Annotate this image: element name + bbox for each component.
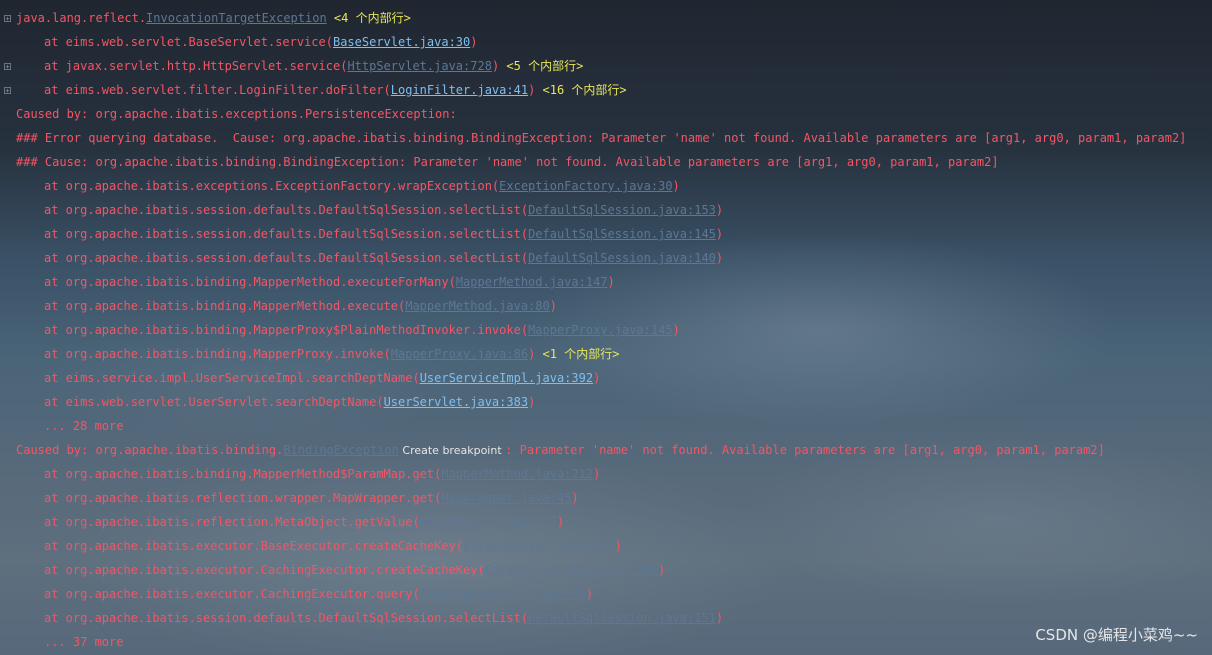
source-link[interactable]: BaseExecutor.java:219 <box>463 539 615 553</box>
editor-gutter: + + + <box>0 0 14 655</box>
source-link[interactable]: ExceptionFactory.java:30 <box>499 179 672 193</box>
collapsed-frames-note[interactable]: <1 个内部行> <box>535 347 620 361</box>
create-breakpoint-tooltip[interactable]: Create breakpoint <box>399 444 505 457</box>
exception-class-link[interactable]: InvocationTargetException <box>146 11 327 25</box>
more-frames-line: ... 28 more <box>44 419 124 433</box>
collapsed-frames-note[interactable]: <4 个内部行> <box>327 11 411 25</box>
stack-frame: at org.apache.ibatis.binding.MapperMetho… <box>44 467 601 481</box>
collapsed-frames-note[interactable]: <16 个内部行> <box>535 83 627 97</box>
source-link[interactable]: UserServlet.java:383 <box>384 395 529 409</box>
caused-by-line: Caused by: org.apache.ibatis.exceptions.… <box>16 107 457 121</box>
collapsed-frames-note[interactable]: <5 个内部行> <box>499 59 583 73</box>
fold-expand-icon[interactable]: + <box>4 87 11 95</box>
error-cause-line: ### Cause: org.apache.ibatis.binding.Bin… <box>16 155 999 169</box>
source-link[interactable]: MapWrapper.java:45 <box>441 491 571 505</box>
source-link[interactable]: MapperProxy.java:145 <box>528 323 673 337</box>
source-link[interactable]: BaseServlet.java:30 <box>333 35 470 49</box>
stack-frame: at org.apache.ibatis.session.defaults.De… <box>44 227 724 241</box>
stack-frame: at org.apache.ibatis.executor.CachingExe… <box>44 587 594 601</box>
source-link[interactable]: MapperMethod.java:147 <box>456 275 608 289</box>
source-link[interactable]: DefaultSqlSession.java:140 <box>528 251 716 265</box>
stack-frame: at org.apache.ibatis.session.defaults.De… <box>44 251 724 265</box>
source-link[interactable]: DefaultSqlSession.java:153 <box>528 203 716 217</box>
stack-frame: at org.apache.ibatis.binding.MapperProxy… <box>44 323 680 337</box>
stack-frame: at org.apache.ibatis.session.defaults.De… <box>44 611 724 625</box>
stack-line: java.lang.reflect.InvocationTargetExcept… <box>16 11 411 25</box>
stack-frame: at eims.web.servlet.BaseServlet.service(… <box>44 35 478 49</box>
stack-frame: at org.apache.ibatis.binding.MapperMetho… <box>44 275 615 289</box>
source-link[interactable]: CachingExecutor.java:88 <box>420 587 586 601</box>
stack-frame: at org.apache.ibatis.executor.CachingExe… <box>44 563 666 577</box>
stack-frame: at org.apache.ibatis.reflection.wrapper.… <box>44 491 579 505</box>
source-link[interactable]: UserServiceImpl.java:392 <box>420 371 593 385</box>
exception-class-link[interactable]: BindingException <box>283 443 399 457</box>
stack-frame: at eims.web.servlet.UserServlet.searchDe… <box>44 395 536 409</box>
source-link[interactable]: MetaObject.java:122 <box>420 515 557 529</box>
stack-frame: at eims.web.servlet.filter.LoginFilter.d… <box>44 83 627 97</box>
stack-frame: at org.apache.ibatis.session.defaults.De… <box>44 203 724 217</box>
watermark: CSDN @编程小菜鸡~~ <box>1035 626 1198 644</box>
error-message-line: ### Error querying database. Cause: org.… <box>16 131 1187 145</box>
source-link[interactable]: MapperMethod.java:80 <box>405 299 550 313</box>
source-link[interactable]: DefaultSqlSession.java:151 <box>528 611 716 625</box>
fold-expand-icon[interactable]: + <box>4 15 11 23</box>
source-link[interactable]: CachingExecutor.java:146 <box>485 563 658 577</box>
stack-frame: at javax.servlet.http.HttpServlet.servic… <box>44 59 584 73</box>
stack-frame: at eims.service.impl.UserServiceImpl.sea… <box>44 371 601 385</box>
stack-frame: at org.apache.ibatis.executor.BaseExecut… <box>44 539 622 553</box>
stack-frame: at org.apache.ibatis.binding.MapperProxy… <box>44 347 620 361</box>
source-link[interactable]: DefaultSqlSession.java:145 <box>528 227 716 241</box>
more-frames-line: ... 37 more <box>44 635 124 649</box>
source-link[interactable]: HttpServlet.java:728 <box>347 59 492 73</box>
source-link[interactable]: MapperMethod.java:212 <box>441 467 593 481</box>
stack-frame: at org.apache.ibatis.reflection.MetaObje… <box>44 515 565 529</box>
caused-by-line: Caused by: org.apache.ibatis.binding.Bin… <box>16 443 1105 457</box>
fold-expand-icon[interactable]: + <box>4 63 11 71</box>
stack-frame: at org.apache.ibatis.binding.MapperMetho… <box>44 299 557 313</box>
source-link[interactable]: LoginFilter.java:41 <box>391 83 528 97</box>
source-link[interactable]: MapperProxy.java:86 <box>391 347 528 361</box>
stack-frame: at org.apache.ibatis.exceptions.Exceptio… <box>44 179 680 193</box>
